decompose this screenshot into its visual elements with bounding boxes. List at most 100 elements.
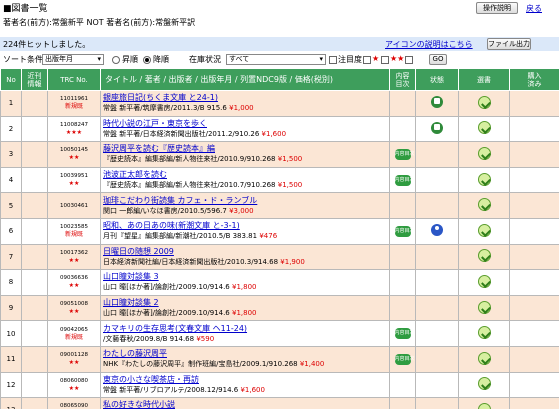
book-meta: 関口 一郎編/いなほ書房/2010.5/596.7 xyxy=(103,206,227,215)
row-no: 4 xyxy=(0,166,22,194)
page-title: ■図書一覧 xyxy=(3,4,48,14)
book-title-link[interactable]: 日曜日の随想 2009 xyxy=(103,247,389,257)
stock-available-icon[interactable] xyxy=(431,96,443,109)
select-book-icon[interactable] xyxy=(477,300,491,314)
book-price: ¥1,800 xyxy=(231,283,257,292)
table-row: 1 11011961 新規既 銀座旅日記(ちくま文庫 と24-1) 常盤 新平著/筑摩書… xyxy=(0,90,559,117)
row-select xyxy=(458,115,510,143)
select-book-icon[interactable] xyxy=(477,377,491,391)
book-title-link[interactable]: 東京の小さな喫茶店・再訪 xyxy=(103,375,389,385)
book-details: 関口 一郎編/いなほ書房/2010.5/596.7 ¥3,000 xyxy=(103,206,389,216)
back-link[interactable]: 戻る xyxy=(526,3,542,14)
select-book-icon[interactable] xyxy=(477,223,491,237)
desc-radio[interactable] xyxy=(143,56,151,64)
star2-label: ★★ xyxy=(390,54,405,63)
star3-checkbox[interactable] xyxy=(405,56,413,64)
book-meta: 常盤 新平著/リブロアルテ/2008.12/914.6 xyxy=(103,385,239,394)
book-details: 日本経済新聞社編/日本経済新聞出版社/2010.3/914.68 ¥1,900 xyxy=(103,257,389,267)
col-purchased: 購入 済み xyxy=(509,68,559,91)
trc-number: 09051008 xyxy=(60,301,88,308)
row-recent xyxy=(21,243,48,271)
select-book-icon[interactable] xyxy=(477,326,491,340)
row-title-cell: 日曜日の随想 2009 日本経済新聞社編/日本経済新聞出版社/2010.3/914… xyxy=(100,243,390,271)
book-title-link[interactable]: 藤沢周平を読む『歴史読本』編 xyxy=(103,144,389,154)
top-bar: ■図書一覧 操作説明 戻る xyxy=(0,0,559,14)
book-title-link[interactable]: 池波正太郎を読む xyxy=(103,170,389,180)
asc-radio[interactable] xyxy=(112,56,120,64)
book-title-link[interactable]: 山口瞳対談集 3 xyxy=(103,272,389,282)
file-export-button[interactable]: ファイル出力 xyxy=(487,38,531,50)
stock-status-icon[interactable] xyxy=(431,224,443,237)
row-purchased xyxy=(509,243,559,271)
row-no: 7 xyxy=(0,243,22,271)
select-book-icon[interactable] xyxy=(477,172,491,186)
contents-icon[interactable]: 内容目次 xyxy=(394,353,415,365)
table-row: 11 09001128 ★★ わたしの藤沢周平 NHK『わたしの藤沢周平』制作班編/宝島… xyxy=(0,345,559,373)
contents-icon[interactable]: 内容目次 xyxy=(394,328,415,340)
book-details: 常盤 新平著/日本経済新聞出版社/2011.2/910.26 ¥1,600 xyxy=(103,129,389,139)
row-status xyxy=(415,115,459,143)
select-book-icon[interactable] xyxy=(477,249,491,263)
attention-label: 注目度 xyxy=(338,55,362,64)
row-trc: 11008247 ★★★ xyxy=(47,115,101,143)
row-select xyxy=(458,141,510,168)
row-recent xyxy=(21,217,48,245)
book-title-link[interactable]: 山口瞳対談集 2 xyxy=(103,298,389,308)
book-price: ¥1,900 xyxy=(280,257,305,266)
row-title-cell: 昭和、あの日あの味(新潮文庫 と-3-1) 月刊『望星』編集部編/新潮社/2010… xyxy=(100,217,390,245)
book-price: ¥1,600 xyxy=(261,129,287,138)
star2-checkbox[interactable] xyxy=(381,56,389,64)
book-title-link[interactable]: 時代小説の江戸・東京を歩く xyxy=(103,119,389,129)
row-select xyxy=(458,90,510,117)
row-recent xyxy=(21,269,48,296)
book-details: 『歴史読本』編集部編/新人物往来社/2010.9/910.268 ¥1,500 xyxy=(103,154,389,164)
row-trc: 11011961 新規既 xyxy=(47,90,101,117)
row-select xyxy=(458,371,510,399)
select-book-icon[interactable] xyxy=(477,274,491,288)
stock-select[interactable]: すべて xyxy=(226,54,326,65)
book-title-link[interactable]: 昭和、あの日あの味(新潮文庫 と-3-1) xyxy=(103,221,389,231)
select-book-icon[interactable] xyxy=(477,95,491,109)
select-book-icon[interactable] xyxy=(477,351,491,365)
row-no: 12 xyxy=(0,371,22,399)
stock-available-icon[interactable] xyxy=(431,121,443,134)
contents-icon[interactable]: 内容目次 xyxy=(394,174,415,186)
select-book-icon[interactable] xyxy=(477,402,491,409)
select-book-icon[interactable] xyxy=(477,146,491,160)
row-contents xyxy=(389,269,416,296)
row-recent xyxy=(21,345,48,373)
book-title-link[interactable]: 銀座旅日記(ちくま文庫 と24-1) xyxy=(103,93,389,103)
operation-help-button[interactable]: 操作説明 xyxy=(476,2,518,14)
select-book-icon[interactable] xyxy=(477,198,491,212)
row-purchased xyxy=(509,269,559,296)
contents-icon[interactable]: 内容目次 xyxy=(394,148,415,160)
table-header-row: No 近刊 情報 TRC No. タイトル / 著者 / 出版者 / 出版年月 … xyxy=(0,68,559,91)
row-title-cell: 珈琲こだわり街読集 カフェ・ド・ランブル 関口 一郎編/いなほ書房/2010.5/… xyxy=(100,192,390,219)
contents-icon[interactable]: 内容目次 xyxy=(394,225,415,237)
trc-number: 09001128 xyxy=(60,352,88,359)
row-no: 9 xyxy=(0,294,22,322)
row-purchased xyxy=(509,371,559,399)
select-book-icon[interactable] xyxy=(477,121,491,135)
star1-checkbox[interactable] xyxy=(363,56,371,64)
row-select xyxy=(458,192,510,219)
attention-checkbox[interactable] xyxy=(329,56,337,64)
book-title-link[interactable]: カマキリの生存思考(文春文庫 ヘ11-24) xyxy=(103,324,389,334)
row-recent xyxy=(21,397,48,409)
book-meta: /文藝春秋/2009.8/B 914.68 xyxy=(103,334,195,343)
book-details: 常盤 新平著/リブロアルテ/2008.12/914.6 ¥1,600 xyxy=(103,385,389,395)
row-contents xyxy=(389,371,416,399)
row-purchased xyxy=(509,141,559,168)
icon-help-link[interactable]: アイコンの説明はこちら xyxy=(385,39,473,50)
trc-number: 09042065 xyxy=(60,326,88,333)
sort-select[interactable]: 出版年月 xyxy=(42,54,104,65)
row-recent xyxy=(21,166,48,194)
row-no: 1 xyxy=(0,90,22,117)
table-row: 8 09036636 ★★ 山口瞳対談集 3 山口 瞳[ほか著]/論創社/2009.10… xyxy=(0,269,559,296)
book-title-link[interactable]: わたしの藤沢周平 xyxy=(103,349,389,359)
go-button[interactable]: GO xyxy=(429,54,447,65)
trc-badge: ★★★ xyxy=(65,128,83,136)
trc-number: 11008247 xyxy=(60,121,88,128)
book-title-link[interactable]: 珈琲こだわり街読集 カフェ・ド・ランブル xyxy=(103,196,389,206)
book-title-link[interactable]: 私の好きな時代小説 xyxy=(103,400,389,409)
